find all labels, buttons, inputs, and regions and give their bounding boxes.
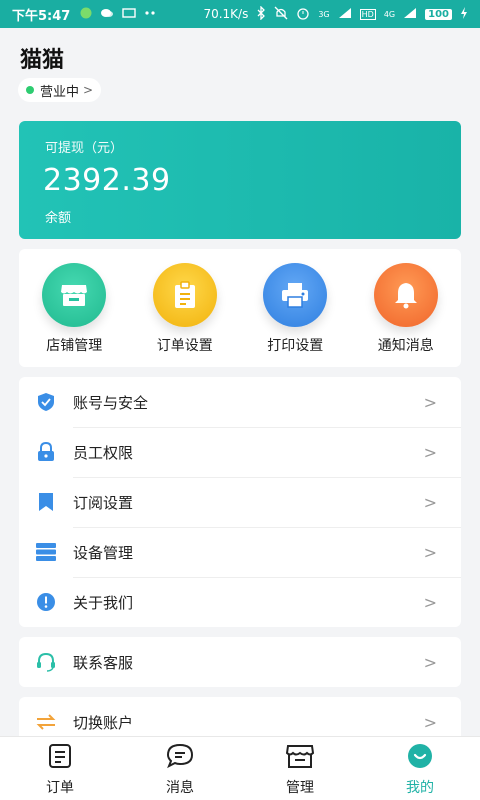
support-card: 联系客服 > bbox=[19, 637, 461, 687]
bookmark-icon bbox=[35, 491, 57, 513]
quick-action-label: 通知消息 bbox=[377, 338, 434, 354]
business-status-label: 营业中 bbox=[40, 84, 80, 100]
quick-action-label: 订单设置 bbox=[156, 338, 213, 354]
quick-action-notifications[interactable]: 通知消息 bbox=[356, 263, 456, 367]
business-status-toggle[interactable]: 营业中 > bbox=[18, 78, 102, 102]
tab-manage[interactable]: 管理 bbox=[240, 737, 360, 800]
menu-item-label: 员工权限 bbox=[73, 443, 134, 462]
server-icon bbox=[35, 541, 57, 563]
menu-item-device-management[interactable]: 设备管理 > bbox=[19, 527, 461, 577]
chevron-right-icon: > bbox=[83, 83, 94, 97]
status-time: 下午5:47 bbox=[12, 8, 71, 24]
menu-item-account-security[interactable]: 账号与安全 > bbox=[19, 377, 461, 427]
settings-menu: 账号与安全 > 员工权限 > 订阅设置 > 设备管理 > 关于我们 > bbox=[19, 377, 461, 627]
swap-icon bbox=[35, 711, 57, 733]
bluetooth-icon bbox=[256, 4, 266, 23]
bottom-tab-bar: 订单 消息 管理 我的 bbox=[0, 736, 480, 800]
wechat-icon bbox=[100, 7, 114, 22]
chevron-right-icon: > bbox=[423, 652, 437, 672]
quick-action-label: 打印设置 bbox=[267, 338, 324, 354]
quick-actions: 店铺管理 订单设置 打印设置 通知消息 bbox=[19, 249, 461, 367]
withdrawable-label: 可提现（元） bbox=[45, 141, 124, 156]
chevron-right-icon: > bbox=[423, 492, 437, 512]
status-dot bbox=[26, 86, 34, 94]
menu-item-label: 关于我们 bbox=[73, 593, 134, 612]
hd-label: HD bbox=[359, 8, 376, 20]
printer-icon bbox=[263, 263, 328, 327]
bell-icon bbox=[373, 263, 438, 327]
menu-item-subscription-settings[interactable]: 订阅设置 > bbox=[19, 477, 461, 527]
tab-label: 我的 bbox=[406, 780, 434, 796]
order-list-icon bbox=[47, 743, 73, 773]
quick-action-print-settings[interactable]: 打印设置 bbox=[245, 263, 345, 367]
menu-item-label: 账号与安全 bbox=[73, 393, 149, 412]
signal-icon bbox=[338, 7, 352, 22]
tab-label: 管理 bbox=[286, 780, 314, 796]
menu-item-label: 订阅设置 bbox=[73, 493, 134, 512]
quick-action-store-management[interactable]: 店铺管理 bbox=[24, 263, 124, 367]
message-icon bbox=[166, 743, 194, 773]
balance-amount: 2392.39 bbox=[43, 163, 171, 198]
mute-icon bbox=[274, 6, 288, 23]
alarm-icon bbox=[296, 6, 310, 23]
menu-item-label: 联系客服 bbox=[73, 653, 134, 672]
menu-item-label: 设备管理 bbox=[73, 543, 134, 562]
menu-item-about-us[interactable]: 关于我们 > bbox=[19, 577, 461, 627]
signal-4g-label: 4G bbox=[383, 9, 396, 19]
network-speed: 70.1K/s bbox=[203, 7, 249, 21]
battery-level: 100 bbox=[425, 8, 452, 20]
balance-sub-label: 余额 bbox=[45, 211, 72, 226]
headset-icon bbox=[35, 651, 57, 673]
tab-messages[interactable]: 消息 bbox=[120, 737, 240, 800]
app-icon bbox=[80, 7, 92, 22]
more-dots-icon bbox=[144, 7, 158, 22]
menu-item-staff-permissions[interactable]: 员工权限 > bbox=[19, 427, 461, 477]
header: 猫猫 营业中 > bbox=[0, 28, 480, 120]
charging-icon bbox=[460, 6, 468, 22]
chevron-right-icon: > bbox=[423, 712, 437, 732]
status-bar: 下午5:47 70.1K/s 3G HD 4G 100 bbox=[0, 0, 480, 28]
menu-item-label: 切换账户 bbox=[73, 713, 134, 732]
tab-orders[interactable]: 订单 bbox=[0, 737, 120, 800]
clipboard-icon bbox=[152, 263, 217, 327]
lock-icon bbox=[35, 441, 57, 463]
shop-name: 猫猫 bbox=[20, 48, 65, 73]
quick-action-order-settings[interactable]: 订单设置 bbox=[135, 263, 235, 367]
screen-icon bbox=[122, 7, 137, 22]
chevron-right-icon: > bbox=[423, 592, 437, 612]
tab-label: 订单 bbox=[46, 780, 74, 796]
signal-icon bbox=[403, 7, 417, 22]
manage-store-icon bbox=[285, 743, 315, 773]
tab-label: 消息 bbox=[166, 780, 194, 796]
profile-smile-icon bbox=[406, 743, 434, 773]
chevron-right-icon: > bbox=[423, 392, 437, 412]
signal-3g-label: 3G bbox=[318, 9, 330, 19]
chevron-right-icon: > bbox=[423, 442, 437, 462]
chevron-right-icon: > bbox=[423, 542, 437, 562]
info-icon bbox=[35, 591, 57, 613]
tab-profile[interactable]: 我的 bbox=[360, 737, 480, 800]
store-icon bbox=[42, 263, 107, 327]
menu-item-contact-support[interactable]: 联系客服 > bbox=[19, 637, 461, 687]
balance-card[interactable]: 可提现（元） 2392.39 余额 bbox=[19, 121, 461, 239]
shield-icon bbox=[35, 391, 57, 413]
quick-action-label: 店铺管理 bbox=[46, 338, 103, 354]
